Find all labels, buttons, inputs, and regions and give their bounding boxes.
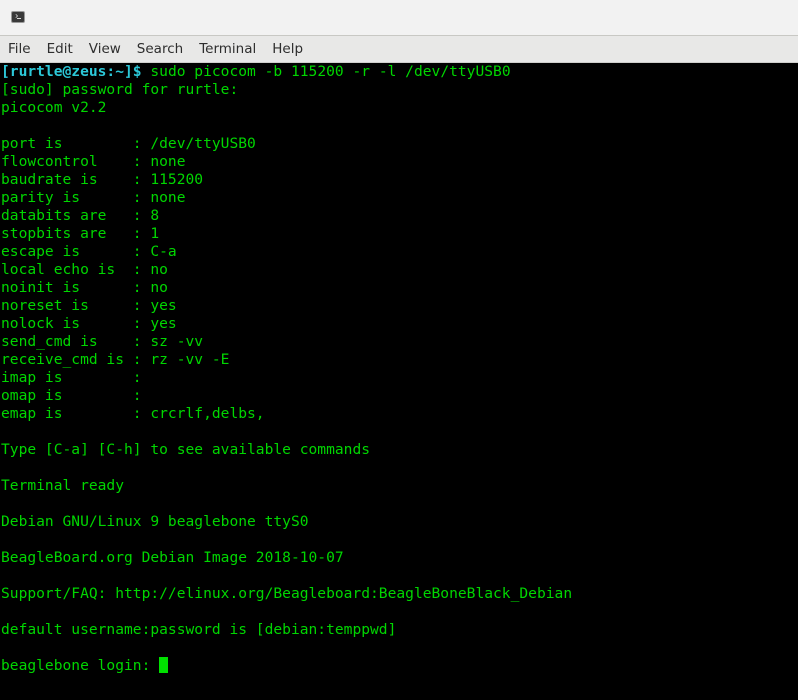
output-line: Terminal ready bbox=[1, 477, 125, 494]
output-line: picocom v2.2 bbox=[1, 99, 107, 116]
output-line: receive_cmd is : rz -vv -E bbox=[1, 351, 230, 368]
terminal-output[interactable]: [rurtle@zeus:~]$ sudo picocom -b 115200 … bbox=[0, 63, 798, 700]
menu-bar: File Edit View Search Terminal Help bbox=[0, 36, 798, 63]
shell-prompt: [rurtle@zeus:~]$ bbox=[1, 63, 142, 80]
output-line: local echo is : no bbox=[1, 261, 168, 278]
menu-search[interactable]: Search bbox=[129, 36, 191, 62]
output-line: port is : /dev/ttyUSB0 bbox=[1, 135, 256, 152]
output-line: noreset is : yes bbox=[1, 297, 177, 314]
output-line: default username:password is [debian:tem… bbox=[1, 621, 397, 638]
login-line: beaglebone login: bbox=[0, 657, 798, 675]
output-line: escape is : C-a bbox=[1, 243, 177, 260]
output-line: parity is : none bbox=[1, 189, 186, 206]
login-prompt: beaglebone login: bbox=[1, 657, 160, 674]
command-text: sudo picocom -b 115200 -r -l /dev/ttyUSB… bbox=[141, 63, 511, 80]
output-line: flowcontrol : none bbox=[1, 153, 186, 170]
output-line: BeagleBoard.org Debian Image 2018-10-07 bbox=[1, 549, 344, 566]
title-bar bbox=[0, 0, 798, 36]
terminal-icon bbox=[11, 11, 25, 23]
output-line: Debian GNU/Linux 9 beaglebone ttyS0 bbox=[1, 513, 309, 530]
output-line: Type [C-a] [C-h] to see available comman… bbox=[1, 441, 371, 458]
output-line: stopbits are : 1 bbox=[1, 225, 160, 242]
text-cursor bbox=[159, 657, 169, 673]
output-line: omap is : bbox=[1, 387, 151, 404]
output-line: imap is : bbox=[1, 369, 151, 386]
output-line: emap is : crcrlf,delbs, bbox=[1, 405, 265, 422]
output-line: send_cmd is : sz -vv bbox=[1, 333, 204, 350]
command-line: [rurtle@zeus:~]$ sudo picocom -b 115200 … bbox=[0, 63, 798, 81]
output-line: [sudo] password for rurtle: bbox=[1, 81, 239, 98]
output-line: databits are : 8 bbox=[1, 207, 160, 224]
output-line: noinit is : no bbox=[1, 279, 168, 296]
output-line: nolock is : yes bbox=[1, 315, 177, 332]
menu-terminal[interactable]: Terminal bbox=[191, 36, 264, 62]
menu-help[interactable]: Help bbox=[264, 36, 311, 62]
menu-view[interactable]: View bbox=[81, 36, 129, 62]
menu-file[interactable]: File bbox=[0, 36, 39, 62]
menu-edit[interactable]: Edit bbox=[39, 36, 81, 62]
output-line: baudrate is : 115200 bbox=[1, 171, 204, 188]
output-line: Support/FAQ: http://elinux.org/Beagleboa… bbox=[1, 585, 573, 602]
